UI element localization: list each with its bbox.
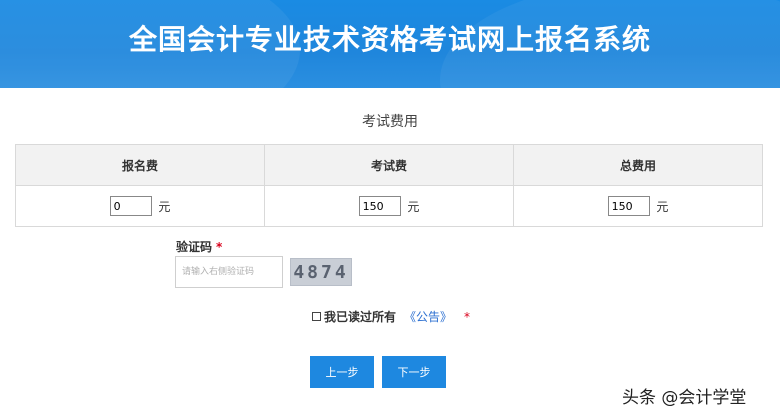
total-fee-input[interactable] (607, 196, 650, 216)
captcha-input[interactable] (175, 256, 283, 288)
captcha-label-text: 验证码 (176, 240, 213, 254)
column-header-registration-fee: 报名费 (15, 144, 265, 186)
prev-step-button[interactable]: 上一步 (310, 356, 374, 388)
exam-fee-cell: 元 (264, 185, 514, 227)
captcha-image[interactable]: 4874 (290, 258, 352, 286)
agreement-checkbox[interactable] (312, 312, 321, 321)
agreement-row: 我已读过所有 《公告》 * (312, 308, 470, 325)
fees-header-row: 报名费 考试费 总费用 (15, 144, 763, 186)
required-mark: * (216, 240, 223, 254)
notice-link[interactable]: 《公告》 (404, 308, 452, 325)
fees-row: 元 元 元 (15, 185, 763, 227)
registration-fee-input[interactable] (109, 196, 152, 216)
next-step-button[interactable]: 下一步 (382, 356, 446, 388)
currency-unit: 元 (158, 199, 171, 214)
agreement-text: 我已读过所有 (324, 310, 397, 324)
currency-unit: 元 (656, 199, 669, 214)
currency-unit: 元 (407, 199, 420, 214)
column-header-exam-fee: 考试费 (264, 144, 514, 186)
total-fee-cell: 元 (513, 185, 763, 227)
watermark: 头条 @会计学堂 (622, 388, 747, 408)
column-header-total-fee: 总费用 (513, 144, 763, 186)
fees-table: 报名费 考试费 总费用 元 元 元 (15, 144, 763, 227)
exam-fee-input[interactable] (358, 196, 401, 216)
page-title: 全国会计专业技术资格考试网上报名系统 (128, 23, 651, 56)
registration-fee-cell: 元 (15, 185, 265, 227)
required-mark: * (464, 309, 471, 324)
section-title: 考试费用 (362, 114, 418, 130)
header-banner: 全国会计专业技术资格考试网上报名系统 (0, 0, 780, 88)
captcha-label: 验证码 * (176, 238, 222, 255)
